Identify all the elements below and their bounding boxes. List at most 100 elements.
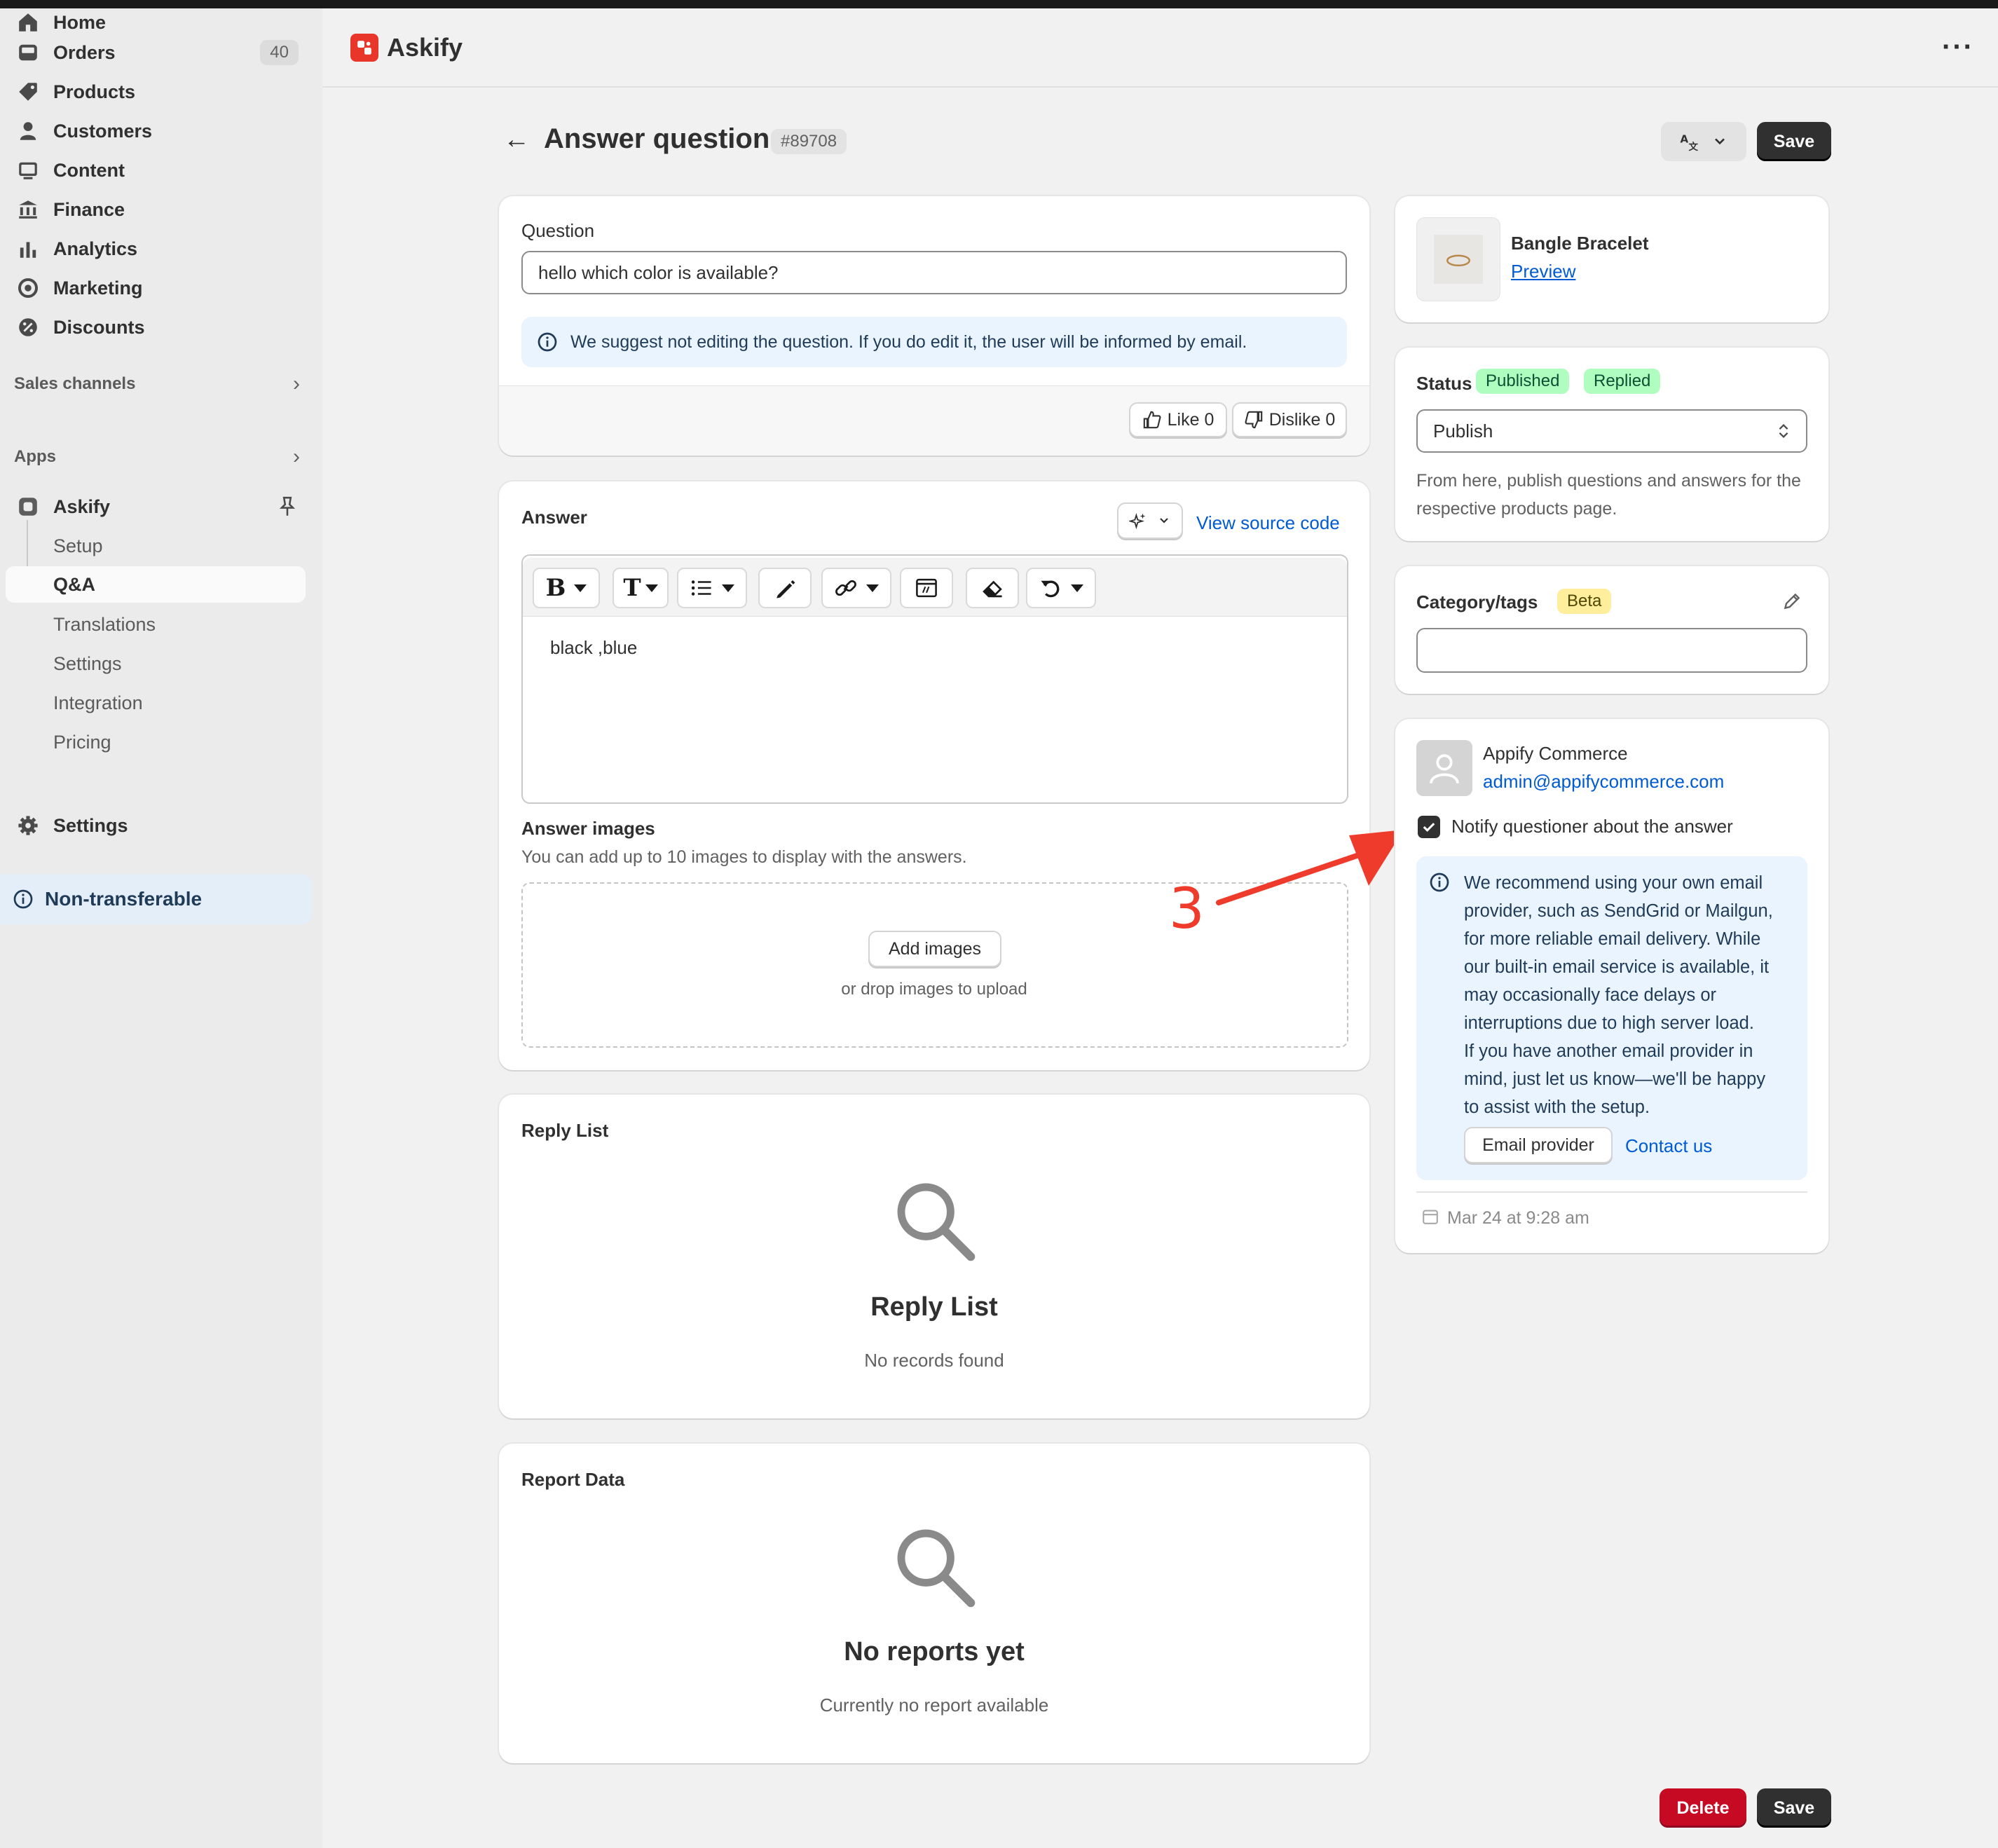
product-thumbnail bbox=[1416, 217, 1500, 301]
notify-checkbox[interactable] bbox=[1418, 816, 1440, 838]
thumbs-down-icon bbox=[1245, 411, 1262, 429]
sidebar-item-orders[interactable]: Orders 40 bbox=[14, 36, 308, 69]
info-line: our built-in email service is available,… bbox=[1464, 957, 1770, 977]
add-images-button[interactable]: Add images bbox=[868, 931, 1001, 967]
non-transferable-banner[interactable]: Non-transferable bbox=[0, 874, 312, 924]
list-button[interactable] bbox=[677, 568, 747, 608]
delete-button[interactable]: Delete bbox=[1660, 1788, 1746, 1828]
published-badge: Published bbox=[1476, 369, 1570, 394]
back-arrow-icon[interactable]: ← bbox=[503, 125, 530, 155]
undo-icon bbox=[1041, 580, 1060, 598]
sidebar-item-marketing[interactable]: Marketing bbox=[14, 271, 308, 305]
question-input[interactable]: hello which color is available? bbox=[521, 251, 1347, 294]
search-icon bbox=[897, 1529, 976, 1608]
chevron-down-icon bbox=[1715, 138, 1725, 145]
status-label: Status bbox=[1416, 373, 1472, 394]
apps-section[interactable]: Apps › bbox=[14, 440, 308, 474]
svg-text:A: A bbox=[1681, 133, 1689, 146]
sparkle-icon bbox=[1129, 513, 1146, 530]
report-empty-title: No reports yet bbox=[844, 1637, 1025, 1666]
section-label: Sales channels bbox=[14, 374, 136, 393]
link-button[interactable] bbox=[821, 568, 891, 608]
reply-list-card: Reply List Reply List No records found bbox=[499, 1095, 1369, 1418]
discount-icon bbox=[14, 313, 42, 341]
person-avatar-icon bbox=[1430, 754, 1459, 784]
question-label: Question bbox=[521, 220, 595, 241]
bracelet-image bbox=[1434, 235, 1483, 284]
drop-images-text: or drop images to upload bbox=[841, 980, 1027, 999]
checkmark-icon bbox=[1423, 823, 1435, 833]
sidebar-item-label: Finance bbox=[53, 198, 125, 220]
notify-label[interactable]: Notify questioner about the answer bbox=[1451, 816, 1733, 837]
bold-icon: B bbox=[545, 574, 566, 602]
view-source-link[interactable]: View source code bbox=[1196, 512, 1340, 534]
created-date: Mar 24 at 9:28 am bbox=[1447, 1208, 1589, 1228]
sidebar-subitem-translations[interactable]: Translations bbox=[53, 606, 306, 643]
status-select[interactable]: Publish bbox=[1416, 409, 1807, 453]
category-card: Category/tags Beta bbox=[1395, 566, 1828, 694]
save-button[interactable]: Save bbox=[1757, 122, 1831, 161]
ai-assist-button[interactable] bbox=[1117, 502, 1183, 539]
product-card: Bangle Bracelet Preview bbox=[1395, 196, 1828, 322]
category-tags-input[interactable] bbox=[1416, 628, 1807, 673]
sidebar-subitem-pricing[interactable]: Pricing bbox=[53, 724, 306, 760]
code-view-button[interactable] bbox=[900, 568, 953, 608]
non-transferable-label: Non-transferable bbox=[45, 888, 203, 910]
pen-button[interactable] bbox=[758, 568, 812, 608]
reply-list-empty-sub: No records found bbox=[864, 1350, 1004, 1371]
sidebar-item-products[interactable]: Products bbox=[14, 75, 308, 109]
sidebar-item-settings[interactable]: Settings bbox=[14, 809, 308, 842]
product-preview-link[interactable]: Preview bbox=[1511, 261, 1575, 282]
answer-images-help: You can add up to 10 images to display w… bbox=[521, 847, 967, 867]
sidebar-item-customers[interactable]: Customers bbox=[14, 114, 308, 148]
edit-pencil-icon[interactable] bbox=[1781, 590, 1803, 612]
sales-channels-section[interactable]: Sales channels › bbox=[14, 367, 308, 401]
answer-editor-content[interactable]: black ,blue bbox=[550, 637, 637, 659]
sidebar-item-label: Analytics bbox=[53, 238, 138, 259]
sidebar-subitem-integration[interactable]: Integration bbox=[53, 685, 306, 721]
sidebar-item-finance[interactable]: Finance bbox=[14, 193, 308, 226]
translate-button[interactable]: A文 bbox=[1661, 122, 1746, 161]
content-icon bbox=[14, 156, 42, 184]
text-size-button[interactable]: T bbox=[613, 568, 669, 608]
list-icon bbox=[691, 580, 711, 596]
info-line: to assist with the setup. bbox=[1464, 1097, 1650, 1117]
sidebar-item-content[interactable]: Content bbox=[14, 153, 308, 187]
sidebar-item-analytics[interactable]: Analytics bbox=[14, 232, 308, 266]
question-card: Question hello which color is available?… bbox=[499, 196, 1369, 456]
info-line: We recommend using your own email bbox=[1464, 873, 1763, 893]
bold-button[interactable]: B bbox=[533, 568, 600, 608]
customer-email-link[interactable]: admin@appifycommerce.com bbox=[1483, 771, 1724, 793]
like-button[interactable]: Like 0 bbox=[1129, 402, 1227, 437]
status-select-value: Publish bbox=[1433, 420, 1493, 442]
app-header: Askify ··· bbox=[322, 8, 1998, 88]
editor-toolbar: B T bbox=[523, 558, 1347, 617]
more-options-icon[interactable]: ··· bbox=[1942, 32, 1974, 63]
section-label: Apps bbox=[14, 447, 56, 466]
sidebar-item-label: Home bbox=[53, 11, 107, 33]
sidebar-item-discounts[interactable]: Discounts bbox=[14, 310, 308, 344]
divider bbox=[1416, 1191, 1807, 1193]
undo-button[interactable] bbox=[1026, 568, 1096, 608]
clear-format-button[interactable] bbox=[966, 568, 1019, 608]
pin-icon[interactable] bbox=[276, 495, 299, 518]
info-icon bbox=[538, 332, 557, 352]
reply-list-empty-title: Reply List bbox=[870, 1292, 998, 1322]
answer-images-label: Answer images bbox=[521, 818, 655, 839]
sidebar-item-label: Products bbox=[53, 81, 136, 102]
category-label: Category/tags bbox=[1416, 591, 1538, 612]
app-title: Askify bbox=[387, 32, 463, 62]
sidebar-item-askify[interactable]: Askify bbox=[14, 490, 308, 523]
contact-us-link[interactable]: Contact us bbox=[1625, 1135, 1712, 1157]
calendar-icon bbox=[1423, 1210, 1438, 1224]
dropdown-caret-icon bbox=[1071, 584, 1083, 592]
sidebar-subitem-setup[interactable]: Setup bbox=[53, 528, 306, 564]
sidebar-item-home[interactable]: Home bbox=[14, 6, 308, 39]
dislike-button[interactable]: Dislike 0 bbox=[1232, 402, 1347, 437]
email-provider-button[interactable]: Email provider bbox=[1464, 1127, 1613, 1163]
info-line: provider, such as SendGrid or Mailgun, bbox=[1464, 901, 1773, 921]
sidebar-subitem-settings[interactable]: Settings bbox=[53, 645, 306, 682]
sidebar-subitem-qa[interactable]: Q&A bbox=[6, 566, 306, 603]
report-data-label: Report Data bbox=[521, 1469, 625, 1490]
save-button-bottom[interactable]: Save bbox=[1757, 1788, 1831, 1828]
